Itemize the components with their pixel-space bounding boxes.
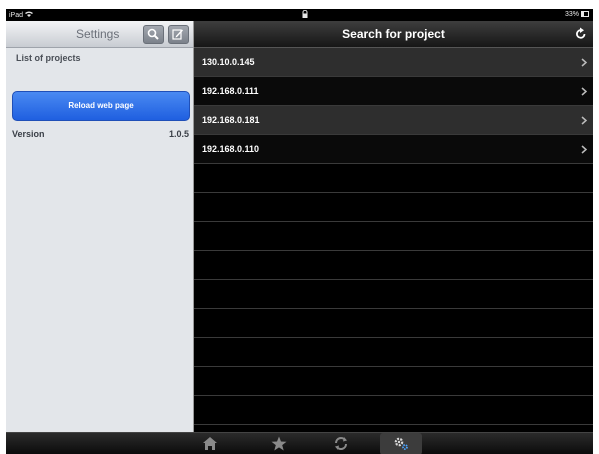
project-address: 192.168.0.111 [202,86,259,96]
search-icon [147,28,159,40]
empty-row [194,193,593,222]
project-row[interactable]: 192.168.0.181 [194,106,593,135]
version-label: Version [12,129,45,139]
tab-bar [6,432,593,454]
chevron-right-icon [581,58,587,67]
compose-button[interactable] [168,25,189,44]
project-address: 130.10.0.145 [202,57,255,67]
home-icon [203,437,217,450]
empty-row [194,367,593,396]
empty-row [194,164,593,193]
tab-home[interactable] [189,433,231,454]
status-bar: iPad 33% [6,9,593,21]
device-label: iPad [9,11,33,19]
empty-row [194,222,593,251]
chevron-right-icon [581,145,587,154]
reload-web-page-button[interactable]: Reload web page [12,91,190,121]
battery-icon [581,11,589,17]
project-row[interactable]: 192.168.0.111 [194,77,593,106]
project-row[interactable]: 130.10.0.145 [194,48,593,77]
version-value: 1.0.5 [168,129,189,139]
project-search-pane: Search for project 130.10.0.145 192.168.… [194,21,593,441]
project-search-title: Search for project [342,27,445,41]
chevron-right-icon [581,87,587,96]
settings-pane: Settings List of projects Reload web pag… [6,21,194,441]
projects-section-label: List of projects [16,53,81,63]
lock-icon [302,10,308,18]
empty-row [194,251,593,280]
project-list: 130.10.0.145 192.168.0.111 192.168.0.181… [194,48,593,425]
project-search-header: Search for project [194,21,593,48]
gear-icon [394,437,408,450]
empty-row [194,309,593,338]
settings-header: Settings [6,21,193,48]
empty-row [194,280,593,309]
refresh-icon[interactable] [575,27,587,41]
settings-title: Settings [76,27,120,41]
battery-status: 33% [565,11,589,18]
ipad-screen: iPad 33% Settings List of projects Reloa… [6,9,593,454]
search-button[interactable] [143,25,164,44]
chevron-right-icon [581,116,587,125]
empty-row [194,396,593,425]
compose-icon [172,29,183,40]
tab-sync[interactable] [320,433,362,454]
tab-favorites[interactable] [258,433,300,454]
sync-icon [335,437,347,450]
project-address: 192.168.0.181 [202,115,260,125]
tab-settings[interactable] [380,433,422,454]
star-icon [271,436,287,451]
wifi-icon [24,11,33,17]
empty-row [194,338,593,367]
project-address: 192.168.0.110 [202,144,260,154]
project-row[interactable]: 192.168.0.110 [194,135,593,164]
